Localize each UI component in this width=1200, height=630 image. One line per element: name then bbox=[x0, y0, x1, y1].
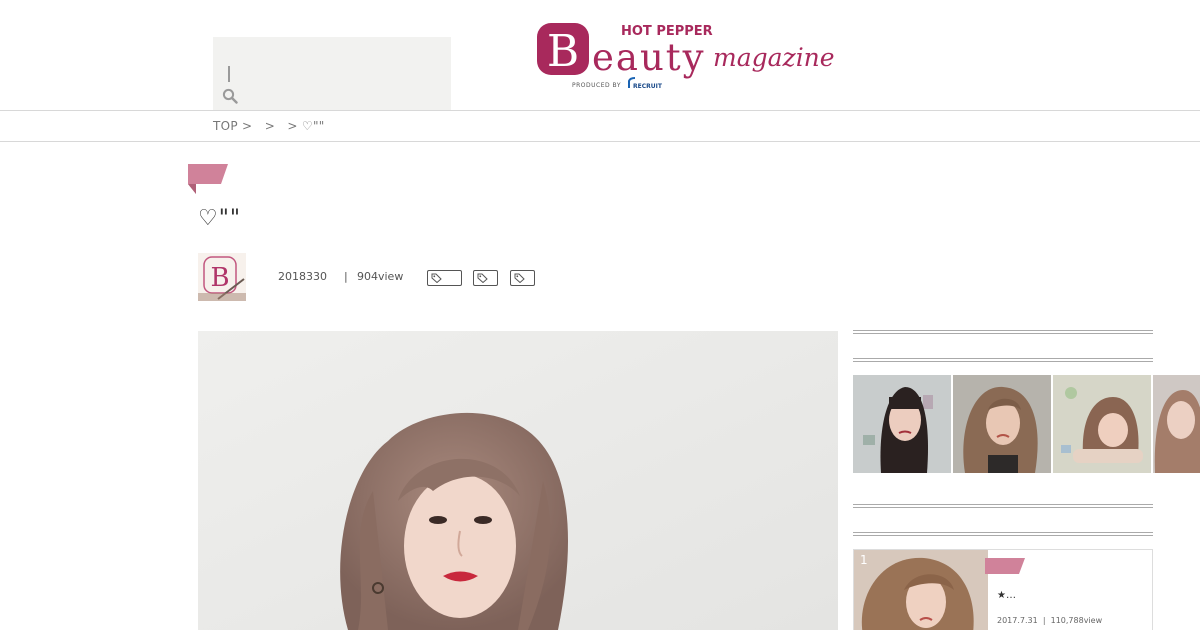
logo-produced-by: PRODUCED BY bbox=[572, 82, 621, 89]
sidebar-section-divider bbox=[853, 330, 1153, 334]
ranking-thumbnail: 1 bbox=[854, 550, 988, 630]
sidebar-heading-divider bbox=[853, 358, 1153, 362]
carousel-thumbnail[interactable] bbox=[1053, 375, 1151, 473]
article-title: ♡"" bbox=[198, 206, 241, 231]
ranking-meta: 2017.7.31 | 110,788view bbox=[997, 616, 1102, 625]
header-divider bbox=[0, 110, 1200, 111]
article-main-image bbox=[198, 331, 838, 630]
logo-company: RECRUIT bbox=[633, 83, 663, 90]
tag-link[interactable] bbox=[427, 270, 462, 286]
ranking-title[interactable]: ★… bbox=[997, 590, 1016, 601]
tag-link[interactable] bbox=[473, 270, 498, 286]
avatar[interactable]: B bbox=[198, 253, 246, 301]
sidebar-section-divider bbox=[853, 504, 1153, 508]
search-input[interactable] bbox=[213, 37, 451, 111]
site-logo[interactable]: B HOT PEPPER eauty magazine PRODUCED BY … bbox=[536, 21, 836, 91]
category-label[interactable] bbox=[188, 164, 228, 194]
ranking-views: 110,788view bbox=[1050, 616, 1103, 625]
logo-brand-main: eauty bbox=[592, 36, 706, 79]
rank-number: 1 bbox=[860, 553, 868, 567]
sidebar-heading-divider bbox=[853, 532, 1153, 536]
tag-icon bbox=[514, 273, 525, 283]
tag-link[interactable] bbox=[510, 270, 535, 286]
search-icon[interactable] bbox=[222, 88, 238, 104]
view-count: 904view bbox=[357, 270, 404, 283]
publish-date: 2018330 bbox=[278, 270, 327, 283]
text-cursor bbox=[228, 66, 230, 82]
breadcrumb[interactable]: TOP > > > ♡"" bbox=[213, 119, 325, 133]
carousel-thumbnail[interactable] bbox=[853, 375, 951, 473]
ranking-separator: | bbox=[1042, 616, 1046, 625]
category-label[interactable] bbox=[985, 558, 1025, 574]
breadcrumb-divider bbox=[0, 141, 1200, 142]
carousel-thumbnail[interactable] bbox=[1153, 375, 1200, 473]
ranking-date: 2017.7.31 bbox=[997, 616, 1038, 625]
featured-carousel[interactable] bbox=[853, 375, 1200, 473]
svg-text:B: B bbox=[210, 263, 229, 293]
carousel-thumbnail[interactable] bbox=[953, 375, 1051, 473]
meta-separator: | bbox=[344, 270, 348, 283]
tag-icon bbox=[477, 273, 488, 283]
ranking-item[interactable]: 1 ★… 2017.7.31 | 110,788view bbox=[853, 549, 1153, 630]
logo-brand-sub: magazine bbox=[713, 43, 835, 72]
logo-letter: B bbox=[547, 26, 579, 77]
tag-icon bbox=[431, 273, 442, 283]
